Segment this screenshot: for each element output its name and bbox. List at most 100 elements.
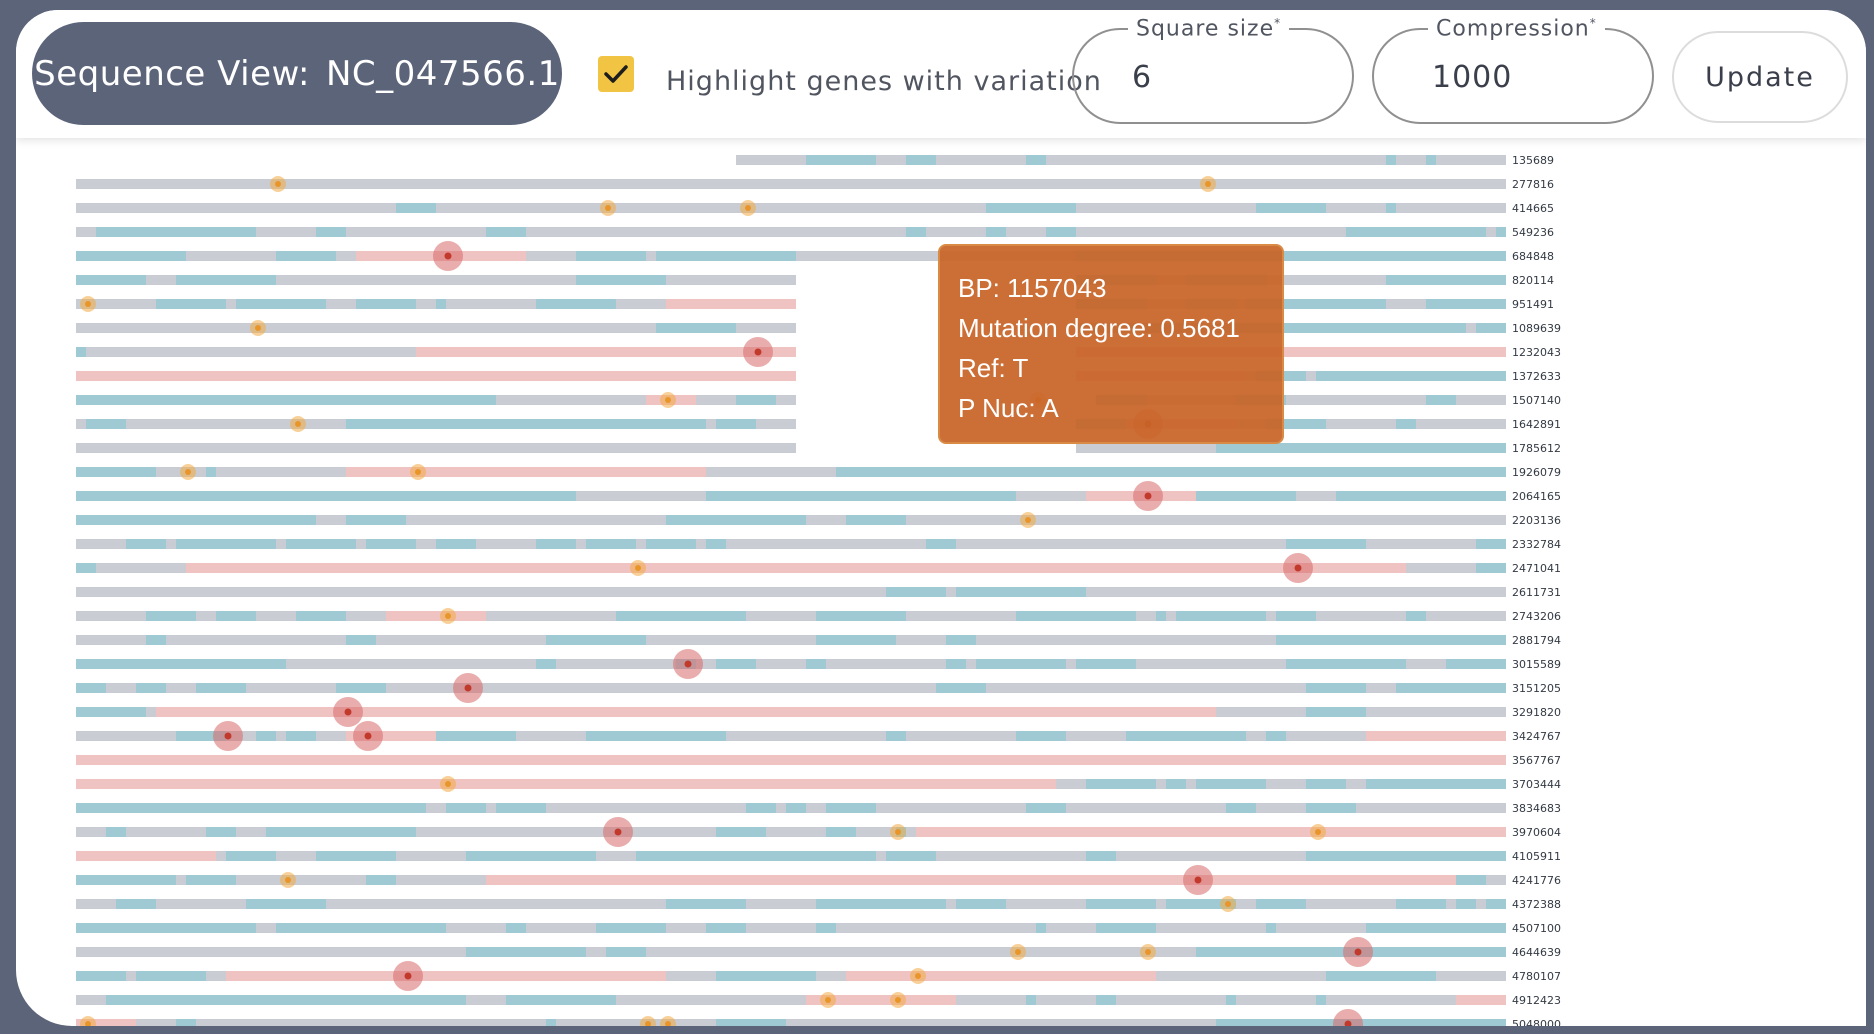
- gene-segment[interactable]: [256, 731, 276, 741]
- intergenic-segment[interactable]: [1296, 491, 1336, 501]
- gene-segment[interactable]: [146, 635, 166, 645]
- intergenic-segment[interactable]: [776, 395, 796, 405]
- gene-segment[interactable]: [1286, 539, 1366, 549]
- sequence-row[interactable]: [76, 851, 1506, 861]
- compression-field[interactable]: Compression* 1000: [1372, 16, 1654, 124]
- intergenic-segment[interactable]: [76, 947, 466, 957]
- gene-segment[interactable]: [936, 683, 986, 693]
- intergenic-segment[interactable]: [766, 827, 826, 837]
- intergenic-segment[interactable]: [1326, 995, 1456, 1005]
- intergenic-segment[interactable]: [256, 923, 276, 933]
- gene-segment[interactable]: [496, 803, 546, 813]
- gene-segment[interactable]: [536, 659, 556, 669]
- intergenic-segment[interactable]: [526, 251, 576, 261]
- variant-gene-segment[interactable]: [76, 851, 216, 861]
- gene-segment[interactable]: [656, 251, 796, 261]
- intergenic-segment[interactable]: [1426, 611, 1506, 621]
- major-variant-marker[interactable]: [1333, 1009, 1363, 1026]
- gene-segment[interactable]: [1366, 779, 1506, 789]
- intergenic-segment[interactable]: [906, 827, 916, 837]
- intergenic-segment[interactable]: [1166, 611, 1176, 621]
- sequence-row[interactable]: [76, 275, 1506, 285]
- gene-segment[interactable]: [1456, 899, 1476, 909]
- variant-gene-segment[interactable]: [386, 611, 486, 621]
- intergenic-segment[interactable]: [876, 155, 906, 165]
- gene-segment[interactable]: [366, 875, 396, 885]
- intergenic-segment[interactable]: [1036, 995, 1096, 1005]
- sequence-row[interactable]: [76, 203, 1506, 213]
- minor-variant-marker[interactable]: [1220, 896, 1236, 912]
- variant-gene-segment[interactable]: [1366, 731, 1506, 741]
- intergenic-segment[interactable]: [1066, 659, 1076, 669]
- gene-segment[interactable]: [1326, 971, 1436, 981]
- intergenic-segment[interactable]: [1486, 227, 1496, 237]
- gene-segment[interactable]: [1176, 611, 1266, 621]
- gene-segment[interactable]: [1476, 323, 1506, 333]
- minor-variant-marker[interactable]: [290, 416, 306, 432]
- gene-segment[interactable]: [816, 635, 896, 645]
- gene-segment[interactable]: [736, 395, 776, 405]
- intergenic-segment[interactable]: [76, 635, 146, 645]
- gene-segment[interactable]: [716, 827, 766, 837]
- sequence-row[interactable]: [76, 803, 1506, 813]
- minor-variant-marker[interactable]: [440, 776, 456, 792]
- gene-segment[interactable]: [1196, 779, 1266, 789]
- minor-variant-marker[interactable]: [1010, 944, 1026, 960]
- intergenic-segment[interactable]: [976, 635, 1276, 645]
- intergenic-segment[interactable]: [726, 731, 886, 741]
- gene-segment[interactable]: [1446, 659, 1506, 669]
- intergenic-segment[interactable]: [756, 419, 796, 429]
- intergenic-segment[interactable]: [986, 683, 1306, 693]
- gene-segment[interactable]: [1306, 803, 1356, 813]
- gene-segment[interactable]: [576, 275, 666, 285]
- intergenic-segment[interactable]: [436, 203, 986, 213]
- intergenic-segment[interactable]: [1326, 203, 1386, 213]
- minor-variant-marker[interactable]: [410, 464, 426, 480]
- major-variant-marker[interactable]: [1183, 865, 1213, 895]
- intergenic-segment[interactable]: [646, 635, 816, 645]
- gene-segment[interactable]: [1426, 395, 1456, 405]
- intergenic-segment[interactable]: [1266, 275, 1386, 285]
- gene-segment[interactable]: [1126, 731, 1246, 741]
- intergenic-segment[interactable]: [526, 923, 596, 933]
- gene-segment[interactable]: [1016, 611, 1136, 621]
- intergenic-segment[interactable]: [1436, 971, 1506, 981]
- intergenic-segment[interactable]: [666, 923, 706, 933]
- minor-variant-marker[interactable]: [80, 296, 96, 312]
- intergenic-segment[interactable]: [1396, 155, 1426, 165]
- gene-segment[interactable]: [1386, 275, 1506, 285]
- gene-segment[interactable]: [646, 539, 696, 549]
- gene-segment[interactable]: [1096, 995, 1116, 1005]
- intergenic-segment[interactable]: [706, 467, 836, 477]
- sequence-row[interactable]: [76, 779, 1506, 789]
- variant-gene-segment[interactable]: [916, 827, 1506, 837]
- major-variant-marker[interactable]: [743, 337, 773, 367]
- intergenic-segment[interactable]: [326, 299, 356, 309]
- intergenic-segment[interactable]: [156, 899, 246, 909]
- intergenic-segment[interactable]: [1346, 779, 1366, 789]
- gene-segment[interactable]: [1306, 779, 1346, 789]
- intergenic-segment[interactable]: [416, 299, 436, 309]
- intergenic-segment[interactable]: [946, 587, 956, 597]
- gene-segment[interactable]: [106, 827, 126, 837]
- gene-segment[interactable]: [706, 539, 726, 549]
- compression-input[interactable]: 1000: [1432, 60, 1512, 95]
- gene-segment[interactable]: [806, 659, 826, 669]
- intergenic-segment[interactable]: [556, 1019, 716, 1026]
- gene-segment[interactable]: [466, 947, 586, 957]
- intergenic-segment[interactable]: [1366, 683, 1396, 693]
- gene-segment[interactable]: [76, 707, 146, 717]
- gene-segment[interactable]: [1426, 299, 1506, 309]
- intergenic-segment[interactable]: [696, 395, 736, 405]
- variant-gene-segment[interactable]: [156, 707, 1216, 717]
- sequence-row[interactable]: [76, 947, 1506, 957]
- intergenic-segment[interactable]: [1316, 611, 1406, 621]
- intergenic-segment[interactable]: [76, 419, 86, 429]
- intergenic-segment[interactable]: [816, 971, 846, 981]
- intergenic-segment[interactable]: [966, 659, 976, 669]
- gene-segment[interactable]: [286, 731, 316, 741]
- intergenic-segment[interactable]: [176, 875, 186, 885]
- minor-variant-marker[interactable]: [1310, 824, 1326, 840]
- intergenic-segment[interactable]: [476, 539, 536, 549]
- intergenic-segment[interactable]: [256, 227, 316, 237]
